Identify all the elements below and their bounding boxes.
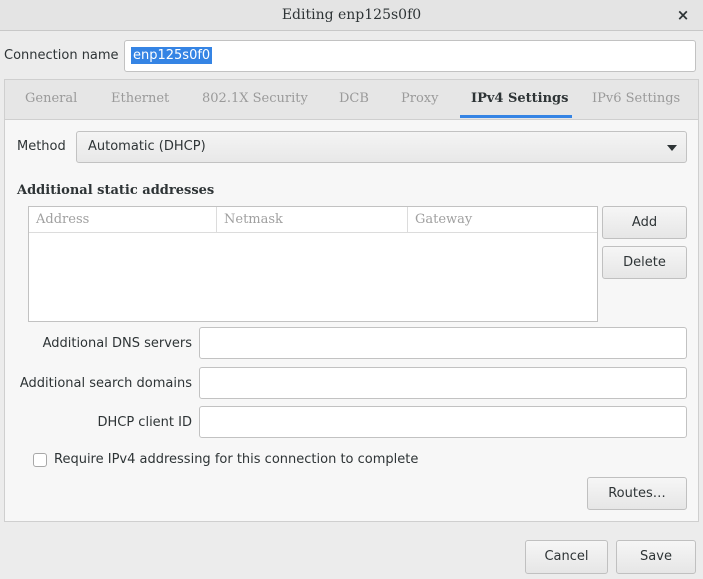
add-address-button[interactable]: Add: [602, 206, 687, 239]
chevron-down-icon: [667, 145, 677, 151]
column-header-address[interactable]: Address: [36, 212, 89, 227]
connection-name-label: Connection name: [4, 48, 119, 63]
tab-bar: General Ethernet 802.1X Security DCB Pro…: [4, 79, 699, 119]
tab-8021x-security[interactable]: 802.1X Security: [202, 91, 308, 106]
tab-general[interactable]: General: [25, 91, 77, 106]
dhcp-client-id-label: DHCP client ID: [97, 415, 192, 430]
connection-name-row: Connection name enp125s0f0: [0, 31, 703, 79]
close-button[interactable]: ×: [673, 5, 693, 25]
dhcp-client-id-input[interactable]: [199, 406, 687, 438]
ipv4-settings-panel: Method Automatic (DHCP) Additional stati…: [4, 119, 699, 522]
close-icon: ×: [676, 6, 690, 24]
column-header-netmask[interactable]: Netmask: [224, 212, 283, 227]
dns-servers-label: Additional DNS servers: [42, 336, 192, 351]
active-tab-indicator: [460, 115, 572, 118]
tab-proxy[interactable]: Proxy: [401, 91, 438, 106]
search-domains-label: Additional search domains: [19, 376, 192, 391]
delete-address-button[interactable]: Delete: [602, 246, 687, 279]
addresses-table[interactable]: Address Netmask Gateway: [28, 206, 598, 322]
dns-servers-input[interactable]: [199, 327, 687, 359]
addresses-section-title: Additional static addresses: [17, 183, 215, 198]
tab-dcb[interactable]: DCB: [339, 91, 369, 106]
tab-ipv4-settings[interactable]: IPv4 Settings: [471, 91, 568, 106]
method-dropdown[interactable]: Automatic (DHCP): [76, 131, 687, 163]
method-value: Automatic (DHCP): [88, 139, 206, 154]
connection-editor-window: Editing enp125s0f0 × Connection name enp…: [0, 0, 703, 579]
require-ipv4-label[interactable]: Require IPv4 addressing for this connect…: [54, 452, 418, 467]
column-header-gateway[interactable]: Gateway: [415, 212, 472, 227]
column-divider: [407, 207, 408, 232]
titlebar: Editing enp125s0f0 ×: [0, 0, 703, 31]
addresses-table-header: Address Netmask Gateway: [29, 207, 597, 233]
window-title: Editing enp125s0f0: [281, 7, 422, 23]
tab-ethernet[interactable]: Ethernet: [111, 91, 169, 106]
column-divider: [216, 207, 217, 232]
connection-name-value: enp125s0f0: [131, 47, 213, 64]
method-label: Method: [17, 139, 66, 154]
routes-button[interactable]: Routes…: [587, 477, 687, 510]
tab-ipv6-settings[interactable]: IPv6 Settings: [592, 91, 680, 106]
cancel-button[interactable]: Cancel: [525, 540, 608, 574]
connection-name-input[interactable]: enp125s0f0: [124, 40, 696, 72]
search-domains-input[interactable]: [199, 367, 687, 399]
require-ipv4-checkbox[interactable]: [33, 453, 47, 467]
save-button[interactable]: Save: [616, 540, 696, 574]
